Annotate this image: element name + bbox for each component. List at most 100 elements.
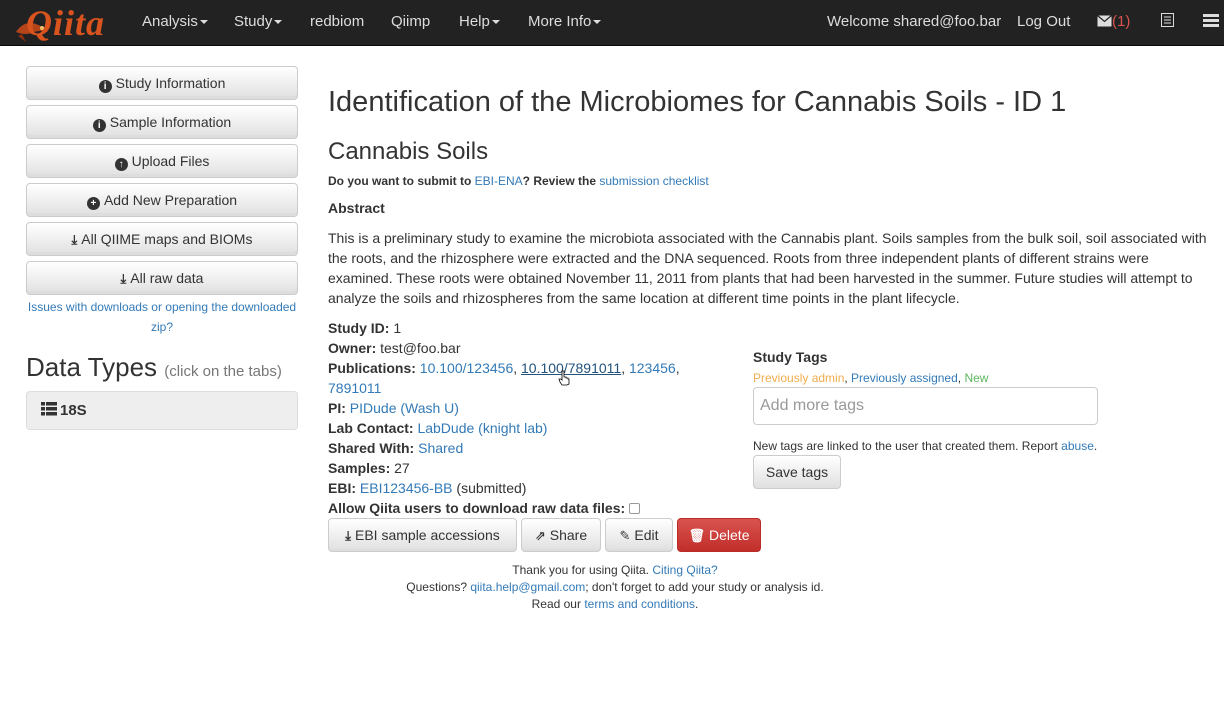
ebi-label: EBI: [328, 480, 356, 496]
help-email-link[interactable]: qiita.help@gmail.com [470, 580, 585, 594]
list-alt-icon [1161, 13, 1174, 27]
navbar: Qiita Analysis Study redbiom Qiimp Help … [0, 0, 1224, 46]
publication-link-1[interactable]: 10.100/123456 [420, 360, 513, 376]
report-abuse-link[interactable]: abuse [1061, 439, 1094, 453]
legend-new: New [964, 371, 989, 385]
envelope-icon [1097, 15, 1112, 27]
nav-notes[interactable] [1161, 13, 1174, 31]
page-title: Identification of the Microbiomes for Ca… [328, 86, 1067, 118]
nav-help-menu[interactable]: Help [459, 13, 500, 30]
share-button[interactable]: ⇗ Share [521, 518, 601, 552]
ebi-accession-link[interactable]: EBI123456-BB [360, 480, 453, 496]
ebi-status: (submitted) [456, 480, 527, 496]
publication-link-3[interactable]: 123456 [629, 360, 676, 376]
download-icon: ⤓ [345, 528, 351, 543]
nav-welcome[interactable]: Welcome shared@foo.bar [827, 13, 1001, 30]
nav-help-label: Help [459, 13, 490, 30]
publication-link-4[interactable]: 7891011 [328, 380, 381, 396]
footer-questions-line: Questions? qiita.help@gmail.com; don't f… [328, 579, 902, 596]
allow-download-row: Allow Qiita users to download raw data f… [328, 498, 641, 518]
ebi-row: EBI: EBI123456-BB (submitted) [328, 478, 526, 498]
delete-label: Delete [709, 527, 750, 543]
data-types-hint: (click on the tabs) [164, 363, 282, 380]
delete-button[interactable]: 🗑 Delete [677, 518, 761, 552]
edit-icon: ✎ [619, 528, 631, 543]
edit-label: Edit [634, 527, 659, 543]
add-tags-input[interactable]: Add more tags [753, 387, 1098, 425]
footer-questions: Questions? [406, 580, 471, 594]
owner-label: Owner: [328, 340, 377, 356]
ebi-sample-accessions-button[interactable]: ⤓ EBI sample accessions [328, 518, 517, 552]
caret-down-icon [593, 20, 602, 25]
nav-messages[interactable]: (1) [1097, 13, 1130, 30]
pi-row: PI: PIDude (Wash U) [328, 398, 459, 418]
citing-qiita-link[interactable]: Citing Qiita? [652, 563, 717, 577]
all-qiime-maps-button[interactable]: ⤓ All QIIME maps and BIOMs [26, 222, 298, 256]
qiita-logo[interactable]: Qiita [12, 2, 116, 44]
nav-tasks[interactable] [1203, 13, 1219, 31]
nav-analysis-menu[interactable]: Analysis [142, 13, 208, 30]
tab-18s-label: 18S [60, 402, 87, 419]
lab-contact-link[interactable]: LabDude (knight lab) [417, 420, 547, 436]
footer-period: . [695, 597, 699, 611]
plus-sign-icon: + [86, 197, 100, 210]
footer-terms-line: Read our terms and conditions. [328, 596, 902, 613]
submission-checklist-link[interactable]: submission checklist [599, 174, 708, 188]
allow-download-checkbox[interactable] [629, 503, 641, 514]
footer-thanks-line: Thank you for using Qiita. Citing Qiita? [328, 562, 902, 579]
download-icon: ⤓ [71, 232, 78, 247]
study-id-label: Study ID: [328, 320, 390, 336]
nav-redbiom[interactable]: redbiom [310, 13, 364, 30]
add-new-preparation-button[interactable]: + Add New Preparation [26, 183, 298, 217]
tasks-icon [1203, 14, 1219, 27]
edit-button[interactable]: ✎ Edit [605, 518, 673, 552]
footer-questions-suffix: ; don't forget to add your study or anal… [585, 580, 824, 594]
data-type-tab-18s[interactable]: 18S [26, 391, 298, 430]
samples-label: Samples: [328, 460, 391, 476]
terms-link[interactable]: terms and conditions [584, 597, 695, 611]
ebi-sample-accessions-label: EBI sample accessions [355, 527, 500, 543]
shared-with-link[interactable]: Shared [418, 440, 463, 456]
tags-note: New tags are linked to the user that cre… [753, 439, 1097, 453]
sample-information-label: Sample Information [109, 114, 232, 130]
sample-information-button[interactable]: i Sample Information [26, 105, 298, 139]
nav-logout[interactable]: Log Out [1017, 13, 1070, 30]
upload-files-button[interactable]: ↑ Upload Files [26, 144, 298, 178]
pi-link[interactable]: PIDude (Wash U) [350, 400, 459, 416]
brand-text: Qiita [26, 3, 106, 43]
share-label: Share [549, 527, 588, 543]
legend-previously-admin: Previously admin [753, 371, 845, 385]
samples-value: 27 [394, 460, 410, 476]
nav-study-menu[interactable]: Study [234, 13, 283, 30]
th-list-icon [41, 402, 57, 416]
pi-label: PI: [328, 400, 346, 416]
allow-download-label: Allow Qiita users to download raw data f… [328, 500, 626, 516]
info-sign-icon: i [92, 119, 106, 132]
shared-with-label: Shared With: [328, 440, 415, 456]
share-icon: ⇗ [534, 528, 546, 543]
download-icon: ⤓ [120, 271, 127, 286]
caret-down-icon [274, 20, 283, 25]
save-tags-button[interactable]: Save tags [753, 455, 841, 489]
all-raw-data-button[interactable]: ⤓ All raw data [26, 261, 298, 295]
abstract-label: Abstract [328, 200, 385, 216]
abstract-text: This is a preliminary study to examine t… [328, 230, 1207, 306]
study-information-button[interactable]: i Study Information [26, 66, 298, 100]
publication-link-2[interactable]: 10.100/7891011 [521, 360, 621, 376]
hand-cursor-icon [558, 370, 570, 386]
tags-note-suffix: . [1093, 439, 1098, 453]
ebi-ena-link[interactable]: EBI-ENA [475, 174, 523, 188]
nav-more-info-menu[interactable]: More Info [528, 13, 602, 30]
ebi-submission-prompt: Do you want to submit to EBI-ENA? Review… [328, 174, 709, 188]
owner-row: Owner: test@foo.bar [328, 338, 461, 358]
footer: Thank you for using Qiita. Citing Qiita?… [328, 562, 902, 613]
nav-qiimp[interactable]: Qiimp [391, 13, 430, 30]
data-types-heading: Data Types (click on the tabs) [26, 352, 282, 383]
all-qiime-maps-label: All QIIME maps and BIOMs [81, 231, 253, 247]
download-issues-link[interactable]: Issues with downloads or opening the dow… [26, 297, 298, 337]
caret-down-icon [199, 20, 208, 25]
tags-legend: Previously admin, Previously assigned, N… [753, 371, 989, 385]
info-sign-icon: i [98, 80, 112, 93]
study-information-label: Study Information [115, 75, 226, 91]
legend-previously-assigned: Previously assigned [851, 371, 958, 385]
